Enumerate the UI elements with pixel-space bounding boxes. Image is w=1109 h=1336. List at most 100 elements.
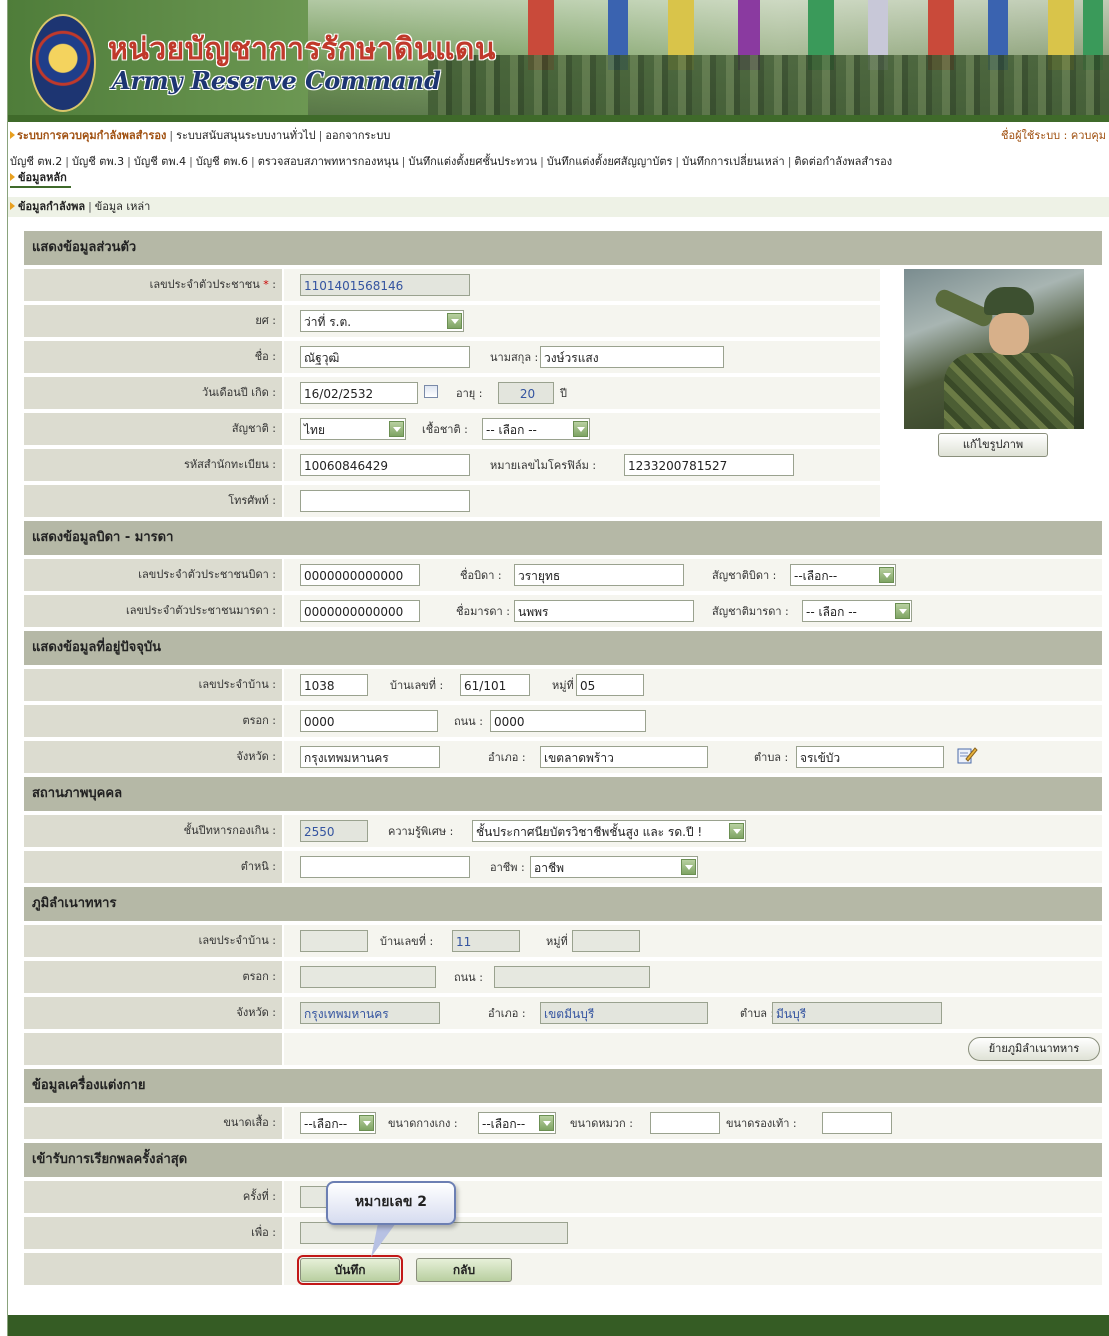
house-reg-label: รหัสสำนักทะเบียน : [24,449,282,481]
age-unit: ปี [560,387,567,400]
phone-label: โทรศัพท์ : [24,485,282,517]
citizen-id-field[interactable]: 1101401568146 [300,274,470,296]
nav-nco-rank[interactable]: บันทึกแต่งตั้งยศชั้นประทวน [408,155,537,168]
occupation-select[interactable]: อาชีพ [530,856,698,878]
chevron-down-icon [539,1115,554,1131]
section-uniform: ข้อมูลเครื่องแต่งกาย [24,1069,1102,1103]
nav-officer-rank[interactable]: บันทึกแต่งตั้งยศสัญญาบัตร [547,155,673,168]
father-id-field[interactable]: 0000000000000 [300,564,420,586]
nav-tp3[interactable]: บัญชี ตพ.3 [72,155,124,168]
nationality-select[interactable]: ไทย [300,418,406,440]
father-name-label: ชื่อบิดา : [460,569,502,582]
form-panel: แสดงข้อมูลส่วนตัว เลขประจำตัวประชาชน * :… [24,229,1102,1295]
phone-field[interactable] [300,490,470,512]
age-field[interactable]: 20 [498,382,554,404]
father-name-field[interactable]: วรายุทธ [514,564,684,586]
sub-nav: บัญชี ตพ.2 | บัญชี ตพ.3 | บัญชี ตพ.4 | บัญชี ต… [10,155,893,168]
domicile-subdistrict-label: ตำบล : [740,1007,775,1020]
scar-label: ตำหนิ : [24,851,282,883]
section-domicile: ภูมิลำเนาทหาร [24,887,1102,921]
main-nav: ระบบการควบคุมกำลังพลสำรอง | ระบบสนับสนุนระ… [8,127,1109,145]
first-name-field[interactable]: ณัฐวุฒิ [300,346,470,368]
nav-logout[interactable]: ออกจากระบบ [325,129,390,142]
id-label: เลขประจำตัวประชาชน * : [24,269,282,301]
callup-times-label: ครั้งที่ : [24,1181,282,1213]
arrow-icon [10,131,15,139]
domicile-moo-label: หมู่ที่ : [546,935,575,948]
domicile-district-field[interactable]: เขตมีนบุรี [540,1002,708,1024]
edit-photo-button[interactable]: แก้ไขรูปภาพ [938,433,1048,457]
tab-branch[interactable]: ข้อมูล เหล่า [95,200,151,213]
shoe-size-field[interactable] [822,1112,892,1134]
address-road-field[interactable]: 0000 [490,710,646,732]
nav-check-reserve[interactable]: ตรวจสอบสภาพทหารกองหนุน [258,155,399,168]
dob-field[interactable]: 16/02/2532 [300,382,418,404]
nav-tp2[interactable]: บัญชี ตพ.2 [10,155,62,168]
surname-field[interactable]: วงษ์วรแสง [540,346,724,368]
callup-purpose-field[interactable] [300,1222,568,1244]
save-button[interactable]: บันทึก [297,1255,403,1285]
pants-size-select[interactable]: --เลือก-- [478,1112,556,1134]
edit-icon[interactable] [956,745,978,765]
section-personal: แสดงข้อมูลส่วนตัว [24,231,1102,265]
page: หน่วยบัญชาการรักษาดินแดน Army Reserve Co… [7,0,1109,1336]
chevron-down-icon [895,603,910,619]
move-domicile-button[interactable]: ย้ายภูมิลำเนาทหาร [968,1037,1100,1061]
back-button[interactable]: กลับ [416,1258,512,1282]
chevron-down-icon [879,567,894,583]
mother-name-label: ชื่อมารดา : [456,605,510,618]
mother-nat-select[interactable]: -- เลือก -- [802,600,912,622]
nav-tp6[interactable]: บัญชี ตพ.6 [196,155,248,168]
house-reg-field[interactable]: 10060846429 [300,454,470,476]
user-label: ชื่อผู้ใช้ระบบ : ควบคุม [1001,129,1106,142]
header-banner: หน่วยบัญชาการรักษาดินแดน Army Reserve Co… [8,0,1109,122]
scar-field[interactable] [300,856,470,878]
address-province-field[interactable]: กรุงเทพมหานคร [300,746,440,768]
domicile-house-id-field[interactable] [300,930,368,952]
domicile-house-no-field[interactable]: 11 [452,930,520,952]
pants-label: ขนาดกางเกง : [388,1117,458,1130]
address-house-no-field[interactable]: 61/101 [460,674,530,696]
nav-contact-reserve[interactable]: ติดต่อกำลังพลสำรอง [794,155,892,168]
rank-label: ยศ : [24,305,282,337]
nav-reserve-control[interactable]: ระบบการควบคุมกำลังพลสำรอง [17,129,166,142]
reserve-year-label: ชั้นปีทหารกองเกิน : [24,815,282,847]
skill-label: ความรู้พิเศษ : [388,825,454,838]
shirt-label: ขนาดเสื้อ : [24,1107,282,1139]
domicile-province-field[interactable]: กรุงเทพมหานคร [300,1002,440,1024]
address-subdistrict-field[interactable]: จรเข้บัว [796,746,944,768]
mother-name-field[interactable]: นพพร [514,600,694,622]
domicile-moo-field[interactable] [572,930,640,952]
address-house-id-field[interactable]: 1038 [300,674,368,696]
nav-tp4[interactable]: บัญชี ตพ.4 [134,155,186,168]
address-moo-field[interactable]: 05 [576,674,644,696]
tab-personnel[interactable]: ข้อมูลกำลังพล [18,200,85,213]
microfilm-field[interactable]: 1233200781527 [624,454,794,476]
name-label: ชื่อ : [24,341,282,373]
rank-select[interactable]: ว่าที่ ร.ต. [300,310,464,332]
hat-size-field[interactable] [650,1112,720,1134]
mother-id-field[interactable]: 0000000000000 [300,600,420,622]
father-nat-select[interactable]: --เลือก-- [790,564,896,586]
domicile-soi-field[interactable] [300,966,436,988]
domicile-road-field[interactable] [494,966,650,988]
chevron-down-icon [447,313,462,329]
skill-select[interactable]: ชั้นประกาศนียบัตรวิชาชีพชั้นสูง และ รด.ป… [472,820,746,842]
domicile-subdistrict-field[interactable]: มีนบุรี [772,1002,942,1024]
shirt-size-select[interactable]: --เลือก-- [300,1112,376,1134]
calendar-icon[interactable] [424,385,438,398]
domicile-district-label: อำเภอ : [488,1007,526,1020]
domicile-province-label: จังหวัด : [24,997,282,1029]
nav-main-data[interactable]: ข้อมูลหลัก [10,170,71,188]
address-soi-label: ตรอก : [24,705,282,737]
mother-id-label: เลขประจำตัวประชาชนมารดา : [24,595,282,627]
nav-general-support[interactable]: ระบบสนับสนุนระบบงานทั่วไป [176,129,316,142]
chevron-down-icon [573,421,588,437]
address-road-label: ถนน : [454,715,483,728]
address-district-field[interactable]: เขตลาดพร้าว [540,746,708,768]
reserve-year-field[interactable]: 2550 [300,820,368,842]
address-soi-field[interactable]: 0000 [300,710,438,732]
race-select[interactable]: -- เลือก -- [482,418,590,440]
nav-change-branch[interactable]: บันทึกการเปลี่ยนเหล่า [682,155,785,168]
header-title-english: Army Reserve Command [112,66,441,95]
